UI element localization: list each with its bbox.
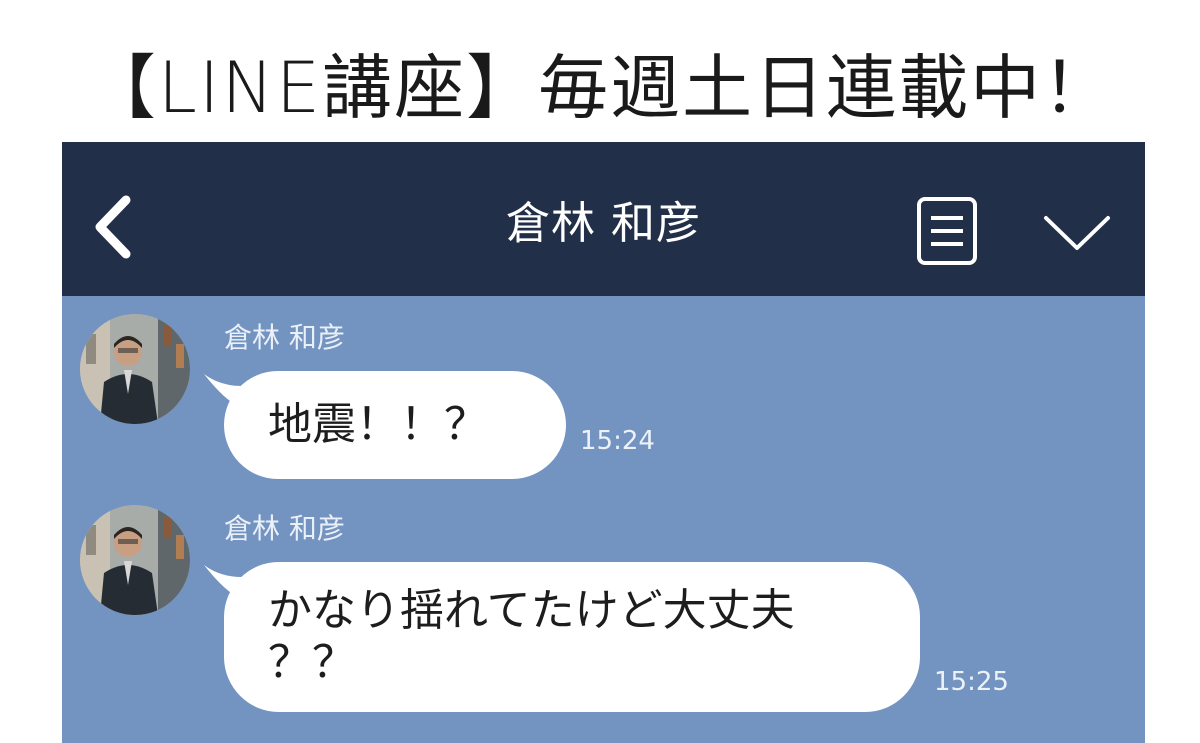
message-item: 倉林 和彦 地震！！？ 15:24 bbox=[62, 296, 1145, 496]
message-bubble[interactable]: かなり揺れてたけど大丈夫 ？？ bbox=[224, 562, 920, 712]
banner: 【LINE講座】毎週土日連載中！ bbox=[0, 22, 1200, 142]
chat-title: 倉林 和彦 bbox=[506, 198, 701, 249]
message-text: 地震！！？ bbox=[268, 399, 488, 450]
message-bubble[interactable]: 地震！！？ bbox=[224, 371, 566, 479]
chat-screen: 倉林 和彦 倉林 和彦 地震！！？ 15:24 倉林 和彦 かなり揺れてたけど大… bbox=[62, 142, 1145, 743]
avatar[interactable] bbox=[80, 314, 190, 424]
sender-name: 倉林 和彦 bbox=[224, 321, 345, 354]
sender-name: 倉林 和彦 bbox=[224, 512, 345, 545]
message-time: 15:24 bbox=[580, 426, 655, 456]
banner-title: 【LINE講座】毎週土日連載中！ bbox=[85, 46, 1115, 129]
message-text-line2: ？？ bbox=[268, 637, 356, 688]
message-time: 15:25 bbox=[934, 667, 1009, 697]
chat-header: 倉林 和彦 bbox=[62, 142, 1145, 296]
list-menu-icon[interactable] bbox=[915, 195, 981, 267]
avatar[interactable] bbox=[80, 505, 190, 615]
chevron-down-icon[interactable] bbox=[1040, 208, 1114, 258]
message-text-line1: かなり揺れてたけど大丈夫 bbox=[268, 585, 795, 636]
message-item: 倉林 和彦 かなり揺れてたけど大丈夫 ？？ 15:25 bbox=[62, 487, 1145, 743]
chevron-left-icon[interactable] bbox=[88, 192, 138, 262]
